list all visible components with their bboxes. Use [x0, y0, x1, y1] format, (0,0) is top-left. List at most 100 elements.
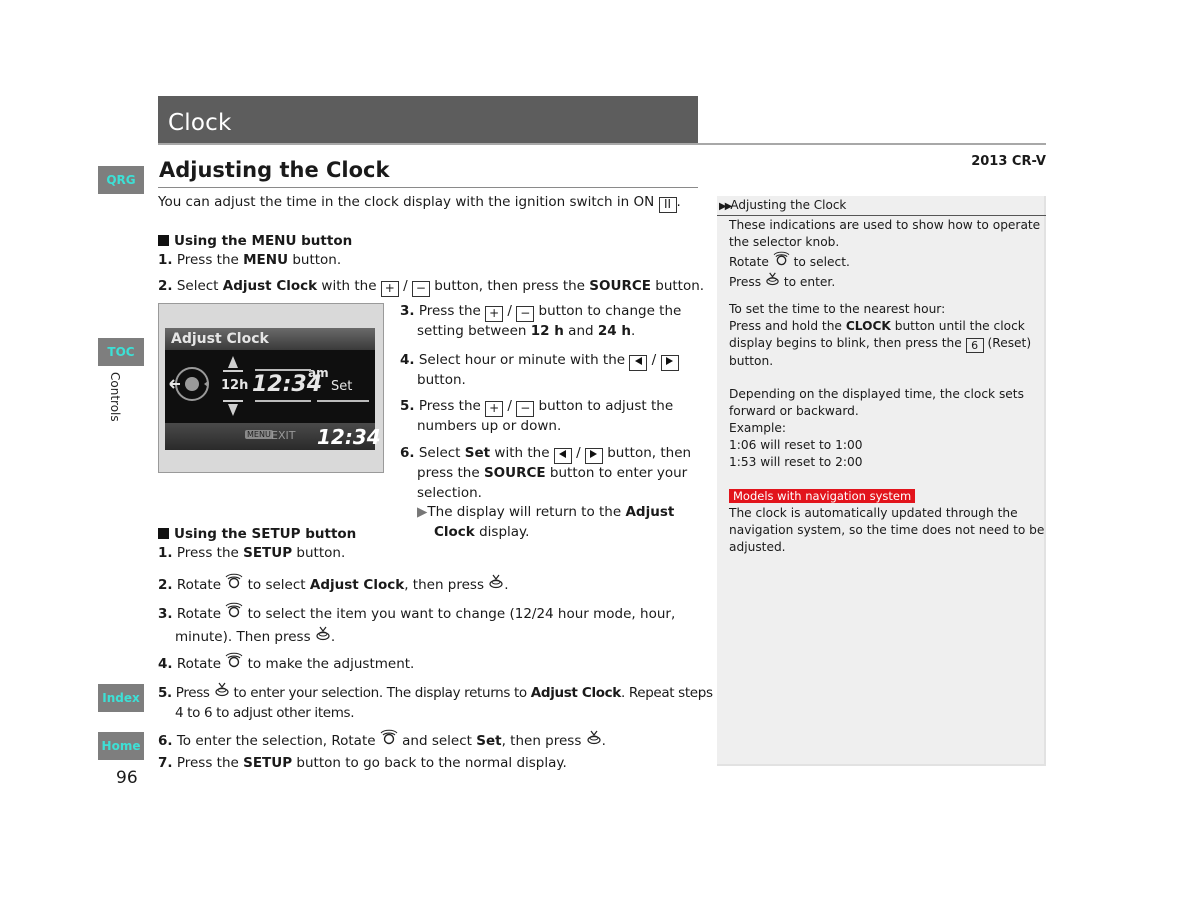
step-number: 6. [400, 445, 415, 461]
display-exit: EXIT [271, 429, 296, 442]
step-text: Press the [176, 252, 244, 268]
step-number: 2. [158, 577, 173, 593]
step-number: 5. [400, 398, 415, 414]
setup-step-2: 2. Rotate to select Adjust Clock, then p… [158, 573, 509, 596]
step-text: To enter the selection, Rotate [176, 733, 380, 749]
step-text: button. [650, 278, 705, 294]
square-bullet-icon [158, 528, 169, 539]
step-text: button, then [602, 445, 692, 461]
setup-step-3: 3. Rotate to select the item you want to… [158, 602, 675, 647]
result-arrow-icon: ▶ [417, 504, 428, 520]
menu-subheading: Using the MENU button [158, 233, 352, 249]
step-number: 3. [158, 606, 173, 622]
nav-tab-home[interactable]: Home [98, 732, 144, 760]
nav-tab-toc[interactable]: TOC [98, 338, 144, 366]
minus-key-icon: − [516, 401, 535, 417]
display-rule [255, 369, 311, 371]
plus-key-icon: + [380, 281, 399, 297]
display-mode: 12h [221, 378, 249, 393]
source-button-name: SOURCE [483, 465, 546, 481]
step-bold: Adjust Clock [530, 685, 621, 701]
menu-step-5: 5. Press the + / − button to adjust the … [400, 398, 674, 434]
menu-heading-text: Using the MENU button [174, 233, 353, 249]
step-text: Rotate [176, 577, 226, 593]
note-line: button. [729, 354, 774, 368]
step-text: Press the [418, 303, 486, 319]
note-line: display begins to blink, then press the [729, 336, 966, 350]
note-line: to enter. [779, 275, 836, 289]
display-footer: MENU EXIT 12:34 [165, 423, 381, 450]
step-text: button, then press the [429, 278, 590, 294]
step-bold: Clock [434, 523, 475, 540]
note-line: (Reset) [983, 336, 1032, 350]
setup-step-7: 7. Press the SETUP button to go back to … [158, 754, 567, 774]
display-set: Set [331, 379, 353, 394]
step-text: . [630, 323, 636, 339]
step-text: Press the [176, 545, 244, 561]
minus-key-icon: − [516, 306, 535, 322]
step-number: 6. [158, 733, 173, 749]
note-line: Example: [729, 421, 786, 435]
note-line: the selector knob. [729, 235, 840, 249]
press-knob-icon [214, 682, 230, 701]
setup-step-6: 6. To enter the selection, Rotate and se… [158, 729, 606, 752]
step-text: button. [288, 252, 342, 268]
plus-key-icon: + [485, 401, 504, 417]
step-text: Rotate [176, 606, 226, 622]
right-arrow-key-icon [584, 448, 603, 464]
rotate-knob-icon [225, 602, 243, 622]
rotate-knob-icon [773, 251, 790, 269]
clock-button-name: CLOCK [845, 319, 891, 333]
step-text: button to go back to the normal display. [292, 755, 567, 771]
step-text: to enter your selection. The display ret… [229, 685, 531, 701]
press-knob-icon [488, 574, 504, 593]
step-text: . [601, 733, 606, 749]
step-text: setting between [417, 323, 531, 339]
step-number: 1. [158, 545, 173, 561]
setup-subheading: Using the SETUP button [158, 526, 356, 542]
step-text: Select [418, 445, 465, 461]
step-text: and [563, 323, 598, 339]
step-bold: Adjust Clock [309, 577, 405, 593]
step-bold: 24 h [597, 323, 631, 339]
step-text: press the [417, 465, 484, 481]
step-text: to select the item you want to change (1… [243, 606, 676, 622]
section-divider [158, 187, 698, 188]
left-arrow-key-icon [553, 448, 572, 464]
press-knob-icon [315, 626, 331, 645]
minus-key-icon: − [411, 281, 430, 297]
note-line: button until the clock [890, 319, 1025, 333]
model-label: 2013 CR-V [971, 154, 1046, 169]
nav-tab-index[interactable]: Index [98, 684, 144, 712]
note-example: Depending on the displayed time, the clo… [729, 386, 1024, 471]
display-rule [255, 400, 311, 402]
step-text: The display will return to the [427, 504, 626, 520]
display-rule [317, 400, 369, 402]
plus-key-icon: + [485, 306, 504, 322]
step-text: . Repeat steps [620, 685, 713, 701]
page-number: 96 [116, 768, 138, 788]
step-number: 3. [400, 303, 415, 319]
menu-step-2: 2. Select Adjust Clock with the + / − bu… [158, 278, 705, 297]
step-text: numbers up or down. [417, 418, 562, 434]
step-number: 5. [158, 685, 172, 701]
step-text: to select [243, 577, 310, 593]
step-number: 4. [158, 656, 173, 672]
note-nearest-hour: To set the time to the nearest hour: Pre… [729, 301, 1031, 370]
source-button-name: SOURCE [589, 278, 651, 294]
step-text: selection. [417, 484, 482, 501]
step-text: 4 to 6 to adjust other items. [175, 704, 355, 721]
nav-tab-qrg[interactable]: QRG [98, 166, 144, 194]
step-text: display. [474, 523, 530, 540]
note-line: adjusted. [729, 540, 786, 554]
rotate-knob-icon [225, 652, 243, 672]
press-knob-icon [765, 272, 780, 289]
header-divider [158, 143, 1046, 145]
step-text: and select [397, 733, 477, 749]
menu-button-name: MENU [243, 252, 289, 268]
left-arrow-key-icon [629, 355, 648, 371]
step-text: Select [176, 278, 223, 294]
note-heading-text: Adjusting the Clock [730, 198, 847, 212]
preset-6-key-icon: 6 [965, 338, 984, 353]
step-text: , then press [501, 733, 586, 749]
